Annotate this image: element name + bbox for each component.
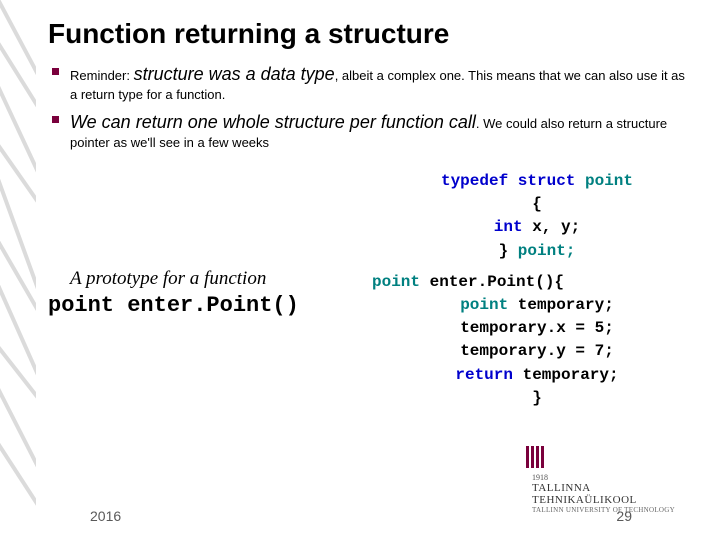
decorative-stripes [0,0,36,540]
code-token: enter.Point(){ [430,273,564,291]
code-token: x, y; [532,218,580,236]
logo-line2: TALLINN UNIVERSITY OF TECHNOLOGY [532,506,696,514]
code-token: int [494,218,532,236]
bullet-item: We can return one whole structure per fu… [52,110,692,152]
logo-line1: TALLINNA TEHNIKAÜLIKOOL [532,482,696,506]
footer-year: 2016 [90,508,121,524]
bullet-text-pre: Reminder: [70,68,134,83]
code-token: point [372,273,430,291]
code-token: } [532,389,542,407]
code-token: point [585,172,633,190]
code-token: temporary.x [460,319,575,337]
bullet-text-emph: structure was a data type [134,64,335,84]
code-token: { [532,195,542,213]
prototype-caption: A prototype for a function [70,268,266,290]
logo-bars-icon [526,446,546,473]
prototype-code: point enter.Point() [48,293,299,318]
bullet-text-emph: We can return one whole structure per fu… [70,112,476,132]
university-logo: 1918 TALLINNA TEHNIKAÜLIKOOL TALLINN UNI… [526,446,696,514]
logo-year: 1918 [532,473,696,482]
code-token: point; [518,242,576,260]
bullet-item: Reminder: structure was a data type, alb… [52,62,692,104]
code-token: } [499,242,518,260]
code-token: point [460,296,518,314]
code-token: temporary; [518,296,614,314]
bullet-list: Reminder: structure was a data type, alb… [52,62,692,158]
code-token: = 7; [575,342,613,360]
code-token: = 5; [575,319,613,337]
code-token: temporary.y [460,342,575,360]
slide-title: Function returning a structure [48,18,449,50]
footer-page-number: 29 [616,508,632,524]
code-token: typedef struct [441,172,585,190]
code-token: temporary; [523,366,619,384]
code-block: typedef struct point { int x, y; } point… [372,170,702,410]
code-token: return [455,366,522,384]
